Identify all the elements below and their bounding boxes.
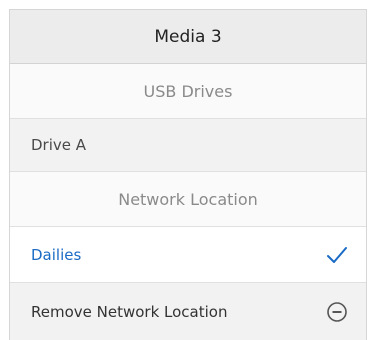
usb-drives-section-header: USB Drives: [10, 64, 366, 119]
menu-item-dailies-label: Dailies: [31, 245, 82, 264]
usb-drives-section-label: USB Drives: [143, 81, 233, 101]
network-location-section-label: Network Location: [118, 189, 258, 209]
network-location-section-header: Network Location: [10, 172, 366, 227]
menu-item-dailies[interactable]: Dailies: [10, 227, 366, 283]
minus-circle-icon[interactable]: [326, 301, 348, 323]
menu-header: Media 3: [10, 10, 366, 64]
menu-title: Media 3: [154, 26, 222, 47]
remove-network-location-item[interactable]: Remove Network Location: [10, 283, 366, 340]
menu-item-drive-a-label: Drive A: [31, 136, 87, 154]
menu-item-drive-a[interactable]: Drive A: [10, 119, 366, 172]
checkmark-icon: [326, 246, 348, 264]
remove-network-location-label: Remove Network Location: [31, 303, 228, 321]
media-menu-panel: Media 3 USB Drives Drive A Network Locat…: [9, 9, 367, 340]
